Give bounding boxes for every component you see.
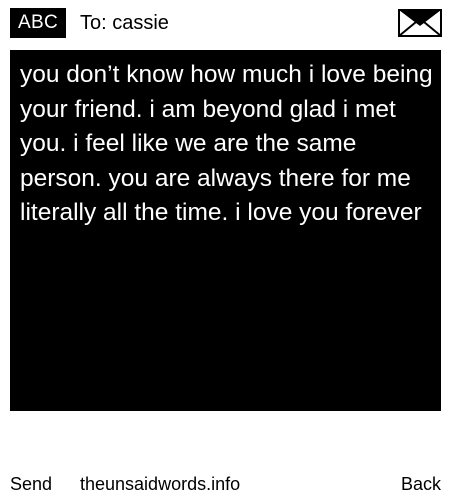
message-text[interactable]: you don’t know how much i love being you… bbox=[20, 58, 436, 231]
message-body-area[interactable]: you don’t know how much i love being you… bbox=[10, 50, 441, 411]
message-header: ABC To: cassie bbox=[0, 0, 450, 46]
envelope-icon[interactable] bbox=[398, 9, 442, 37]
input-mode-indicator[interactable]: ABC bbox=[10, 8, 66, 38]
site-watermark: theunsaidwords.info bbox=[80, 474, 241, 494]
recipient-label: To: cassie bbox=[80, 12, 169, 34]
envelope-icon-graphic bbox=[398, 9, 442, 37]
back-button[interactable]: Back bbox=[401, 473, 441, 495]
send-button[interactable]: Send bbox=[10, 473, 52, 495]
